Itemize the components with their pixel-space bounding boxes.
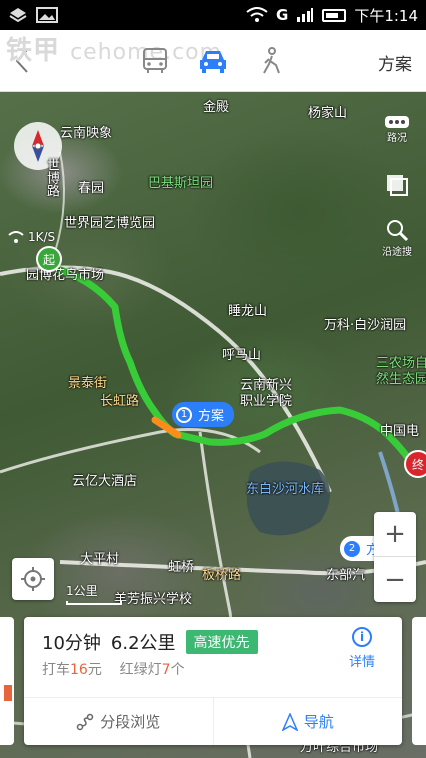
route-detail-label: 详情 [348,655,375,670]
chevron-left-icon [15,48,28,73]
status-time: 下午1:14 [354,6,418,25]
map-label-pakistan-garden: 巴基斯坦园 [148,176,214,191]
map-label-dapingcun: 大平村 [80,552,120,567]
route-summary-sub: 打车16元 红绿灯7个 [42,659,185,679]
route-detail-button[interactable]: i 详情 [336,627,388,670]
search-along-route-label: 沿途搜 [382,246,412,258]
next-route-card[interactable] [412,617,426,745]
taxi-unit: 元 [87,662,102,678]
layers-button[interactable] [376,162,418,208]
mode-walk[interactable] [256,38,286,84]
route-duration: 10分钟 [42,633,101,654]
map-label-expo-garden: 世界园艺博览园 [64,216,156,231]
wifi-icon [246,7,268,22]
segment-browse-label: 分段浏览 [100,713,161,731]
traffic-lights-prefix: 红绿灯 [119,662,162,678]
map-label-dongbu: 东部汽 [326,568,366,583]
route-plan1-number: 1 [176,406,192,423]
map-label-wanke-baisha: 万科·白沙润园 [324,318,407,333]
route-actions: 分段浏览 导航 [24,697,402,745]
map-label-yunnan-yingxiang: 云南映象 [60,126,113,141]
map-label-yangjiashan: 杨家山 [308,106,348,121]
zoom-in-button[interactable]: + [374,512,416,557]
route-distance: 6.2公里 [110,633,176,654]
search-along-route-button[interactable]: 沿途搜 [376,214,418,260]
route-segments-icon [76,713,94,730]
map-scale-bar [66,601,122,605]
app-root: G 下午1:14 铁甲 cehome.com 方案 1K/S 路况 沿途搜 金殿… [0,0,426,758]
taxi-price: 16 [70,662,88,678]
navigation-arrow-icon [281,712,298,731]
route-preference-badge: 高速优先 [185,630,258,654]
network-type: G [276,6,289,24]
info-icon: i [352,627,372,647]
map-scale-label: 1公里 [66,584,98,598]
map-label-humashan: 呼马山 [222,348,262,363]
map-label-jindian: 金殿 [203,100,230,115]
road-conditions-label: 路况 [387,132,407,144]
road-conditions-icon [385,115,409,128]
taxi-prefix: 打车 [42,662,70,678]
route-plan2-number: 2 [344,540,360,557]
traffic-lights-count: 7 [161,662,171,678]
image-notification-icon [36,7,58,23]
zoom-out-button[interactable]: − [374,557,416,602]
segment-browse-button[interactable]: 分段浏览 [24,698,213,745]
search-icon [387,219,409,241]
locate-me-button[interactable] [12,558,54,600]
navigate-button[interactable]: 导航 [212,698,403,745]
route-summary-top: 10分钟 6.2公里 高速优先 [42,629,258,655]
prev-route-card[interactable] [0,617,14,745]
route-plan1-tag[interactable]: 1 方案 [172,402,235,427]
plan-button[interactable]: 方案 [378,50,412,75]
car-icon [200,51,226,73]
map-label-shuilong-shan: 睡龙山 [228,304,268,319]
signal-icon [297,8,314,22]
map-label-xingxing-school: 羊芳振兴学校 [114,592,193,607]
navigate-label: 导航 [303,713,334,731]
status-left [8,6,58,24]
map-scale: 1公里 [66,582,122,605]
map-label-chunyuan: 春园 [78,181,105,196]
crosshair-icon [21,567,45,591]
map-label-zhiye-xueyuan: 职业学院 [240,394,293,409]
map-label-ziran: 然生态园 [376,372,426,387]
traffic-lights-unit: 个 [170,662,185,678]
map-label-yunyi-hotel: 云亿大酒店 [72,474,138,489]
mode-car[interactable] [198,38,228,84]
route-summary-card[interactable]: 10分钟 6.2公里 高速优先 打车16元 红绿灯7个 i 详情 分段浏览 导航 [24,617,402,745]
map-label-zhongguo-dian: 中国电 [380,424,420,439]
mode-bus[interactable] [140,38,170,84]
map-label-jintai: 景泰街 [68,376,108,391]
map-label-dongbai-reservoir: 东白沙河水库 [246,482,325,497]
top-nav: 铁甲 cehome.com 方案 [0,30,426,92]
back-button[interactable] [0,30,44,92]
transport-modes [140,38,286,84]
battery-icon [322,8,347,22]
bus-icon [143,48,167,73]
map-label-shibolu: 世博路 [44,158,59,197]
wifi-small-icon [8,231,24,243]
map-label-banqiao: 板桥路 [202,568,242,583]
network-speed-text: 1K/S [28,230,56,244]
zoom-control: + − [374,512,416,602]
network-speed: 1K/S [8,230,55,244]
map-label-hongqiao: 虹桥 [168,560,195,575]
status-right: G 下午1:14 [246,5,418,26]
layers-icon [387,175,408,196]
status-bar: G 下午1:14 [0,0,426,30]
route-start-marker[interactable]: 起 [36,246,62,272]
road-conditions-button[interactable]: 路况 [376,106,418,152]
route-end-marker[interactable]: 终 [404,450,426,478]
notification-stack-icon [9,8,27,23]
prev-route-marker [4,685,12,701]
walking-icon [263,47,280,74]
map-label-changhong: 长虹路 [100,394,140,409]
route-plan1-label: 方案 [198,409,225,424]
